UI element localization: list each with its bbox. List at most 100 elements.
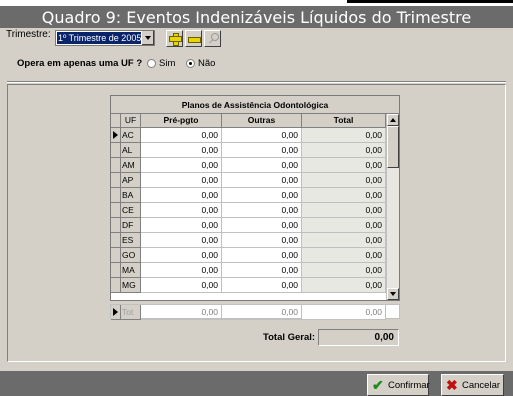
cell-total: 0,00 (302, 128, 386, 143)
cell-pre-pgto[interactable]: 0,00 (141, 128, 222, 143)
row-indicator-icon (111, 305, 121, 320)
trimestre-label: Trimestre: (6, 29, 51, 40)
plus-icon[interactable] (166, 30, 183, 47)
table-row[interactable]: DF 0,00 0,00 0,00 (111, 218, 386, 233)
table-row[interactable]: AM 0,00 0,00 0,00 (111, 158, 386, 173)
table-row[interactable]: MG 0,00 0,00 0,00 (111, 278, 386, 293)
row-indicator (111, 278, 121, 293)
table-row[interactable]: AL 0,00 0,00 0,00 (111, 143, 386, 158)
minus-icon[interactable] (185, 30, 202, 47)
table-row[interactable]: ES 0,00 0,00 0,00 (111, 233, 386, 248)
cell-total: 0,00 (302, 278, 386, 293)
vertical-scrollbar[interactable] (386, 114, 399, 300)
cell-pre-pgto[interactable]: 0,00 (141, 203, 222, 218)
row-indicator (111, 203, 121, 218)
cell-uf: CE (121, 203, 141, 218)
grid-header: UF Pré-pgto Outras Total (111, 114, 386, 128)
cell-pre-pgto[interactable]: 0,00 (141, 173, 222, 188)
trimestre-value: 1º Trimestre de 2005 (57, 32, 142, 44)
search-icon[interactable] (204, 30, 221, 47)
confirm-button[interactable]: ✔ Confirmar (367, 374, 430, 396)
cell-outras[interactable]: 0,00 (222, 248, 302, 263)
title-bar: Quadro 9: Eventos Indenizáveis Líquidos … (0, 6, 513, 28)
column-header-outras[interactable]: Outras (222, 114, 302, 128)
cell-total: 0,00 (302, 143, 386, 158)
table-row[interactable]: MA 0,00 0,00 0,00 (111, 263, 386, 278)
cell-outras[interactable]: 0,00 (222, 143, 302, 158)
uf-question-label: Opera em apenas uma UF ? (17, 58, 143, 69)
row-indicator (111, 233, 121, 248)
scroll-thumb[interactable] (387, 126, 399, 168)
grid: Planos de Assistência Odontológica UF Pr… (110, 95, 400, 301)
table-row[interactable]: AC 0,00 0,00 0,00 (111, 128, 386, 143)
cell-outras[interactable]: 0,00 (222, 128, 302, 143)
grid-rows: AC 0,00 0,00 0,00 AL 0,00 0,00 0,00 AM 0,00 0,00 0,… (111, 128, 386, 293)
cell-pre-pgto[interactable]: 0,00 (141, 233, 222, 248)
cell-outras[interactable]: 0,00 (222, 233, 302, 248)
trimestre-select[interactable]: 1º Trimestre de 2005 (55, 30, 155, 46)
total-row-total: 0,00 (302, 305, 386, 320)
radio-sim[interactable] (147, 59, 156, 68)
radio-sim-label[interactable]: Sim (159, 58, 175, 69)
cell-pre-pgto[interactable]: 0,00 (141, 278, 222, 293)
cell-outras[interactable]: 0,00 (222, 173, 302, 188)
checkmark-icon: ✔ (372, 377, 384, 393)
cell-pre-pgto[interactable]: 0,00 (141, 143, 222, 158)
divider (7, 81, 506, 83)
cell-total: 0,00 (302, 158, 386, 173)
radio-nao[interactable] (186, 59, 195, 68)
table-row[interactable]: BA 0,00 0,00 0,00 (111, 188, 386, 203)
cell-uf: AP (121, 173, 141, 188)
window: Quadro 9: Eventos Indenizáveis Líquidos … (0, 0, 513, 396)
cell-outras[interactable]: 0,00 (222, 278, 302, 293)
cell-total: 0,00 (302, 173, 386, 188)
cell-pre-pgto[interactable]: 0,00 (141, 248, 222, 263)
cell-outras[interactable]: 0,00 (222, 188, 302, 203)
cell-total: 0,00 (302, 188, 386, 203)
cell-outras[interactable]: 0,00 (222, 158, 302, 173)
cell-total: 0,00 (302, 203, 386, 218)
total-row-outras: 0,00 (222, 305, 302, 320)
total-row-pre-pgto: 0,00 (141, 305, 222, 320)
scroll-up-icon[interactable] (387, 114, 399, 126)
total-geral-value: 0,00 (318, 329, 399, 346)
cancel-button[interactable]: ✖ Cancelar (441, 374, 504, 396)
column-header-pre-pgto[interactable]: Pré-pgto (141, 114, 222, 128)
cell-total: 0,00 (302, 218, 386, 233)
column-header-uf[interactable]: UF (121, 114, 141, 128)
cell-uf: ES (121, 233, 141, 248)
grid-title: Planos de Assistência Odontológica (111, 96, 399, 114)
row-indicator-icon (111, 128, 121, 143)
scroll-down-icon[interactable] (387, 288, 399, 300)
total-row: Tot 0,00 0,00 0,00 (110, 304, 400, 320)
cell-uf: MA (121, 263, 141, 278)
row-indicator (111, 248, 121, 263)
cell-uf: DF (121, 218, 141, 233)
cell-total: 0,00 (302, 263, 386, 278)
cell-outras[interactable]: 0,00 (222, 218, 302, 233)
cell-outras[interactable]: 0,00 (222, 263, 302, 278)
cell-uf: MG (121, 278, 141, 293)
close-icon: ✖ (446, 377, 458, 393)
cell-pre-pgto[interactable]: 0,00 (141, 218, 222, 233)
column-header-total[interactable]: Total (302, 114, 386, 128)
bottom-bar (0, 371, 513, 396)
cell-pre-pgto[interactable]: 0,00 (141, 188, 222, 203)
cell-outras[interactable]: 0,00 (222, 203, 302, 218)
cell-pre-pgto[interactable]: 0,00 (141, 263, 222, 278)
cell-pre-pgto[interactable]: 0,00 (141, 158, 222, 173)
cancel-label: Cancelar (462, 380, 501, 391)
row-indicator (111, 263, 121, 278)
cell-uf: AC (121, 128, 141, 143)
cell-uf: AM (121, 158, 141, 173)
cell-uf: BA (121, 188, 141, 203)
confirm-label: Confirmar (388, 380, 430, 391)
header-indicator (111, 114, 121, 128)
total-row-uf: Tot (121, 305, 141, 320)
radio-nao-label[interactable]: Não (198, 58, 215, 69)
table-row[interactable]: GO 0,00 0,00 0,00 (111, 248, 386, 263)
table-row[interactable]: AP 0,00 0,00 0,00 (111, 173, 386, 188)
table-row[interactable]: CE 0,00 0,00 0,00 (111, 203, 386, 218)
cell-uf: AL (121, 143, 141, 158)
chevron-down-icon[interactable] (141, 31, 154, 45)
